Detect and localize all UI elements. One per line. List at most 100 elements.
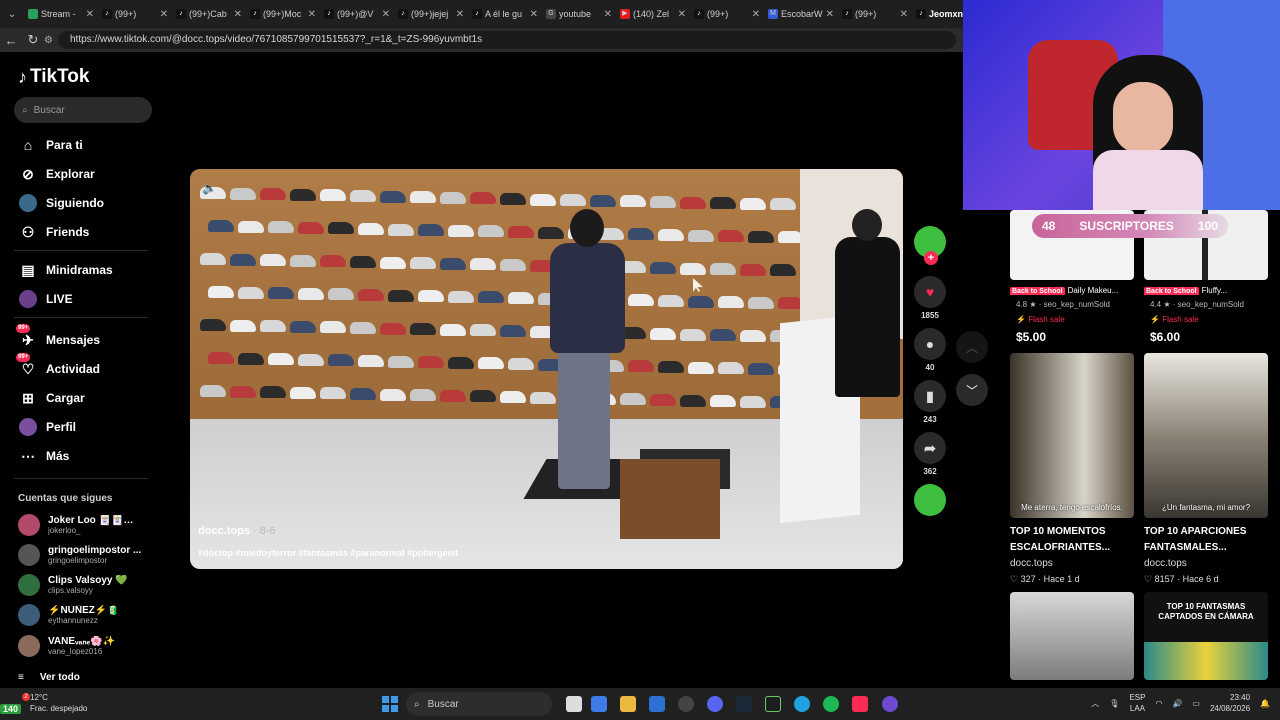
nav-item-actividad[interactable]: ♡ 99+ Actividad	[16, 353, 100, 379]
close-icon[interactable]: ✕	[456, 9, 464, 20]
nav-item-live[interactable]: LIVE	[18, 289, 73, 309]
save-button[interactable]: ▮ 243	[912, 380, 948, 424]
plus-icon[interactable]: +	[924, 251, 938, 265]
nav-item-explorar[interactable]: ⊘ Explorar	[18, 164, 95, 184]
task-view-icon[interactable]	[566, 696, 582, 712]
clock[interactable]: 23:40 24/08/2026	[1210, 692, 1250, 714]
url-field[interactable]: https://www.tiktok.com/@docc.tops/video/…	[58, 31, 956, 49]
nav-item-cargar[interactable]: ⊞ Cargar	[18, 388, 85, 408]
edge-browser-icon[interactable]	[794, 696, 810, 712]
shoe-display	[238, 352, 264, 365]
spotify-icon[interactable]	[823, 696, 839, 712]
shoe-display	[470, 192, 496, 205]
obs-icon[interactable]	[678, 696, 694, 712]
tiktok-icon: ♪	[694, 9, 704, 19]
music-disc-icon	[914, 484, 946, 516]
see-all-button[interactable]: ≡ Ver todo	[18, 672, 80, 683]
close-icon[interactable]: ✕	[752, 9, 760, 20]
close-icon[interactable]: ✕	[308, 9, 316, 20]
shoe-display	[290, 386, 316, 399]
store-app-icon[interactable]	[591, 696, 607, 712]
browser-tab[interactable]: ♪ (99+)Cab ✕	[172, 0, 246, 28]
nav-divider	[14, 478, 148, 479]
video-caption[interactable]: #doctop #miedoyterror #fantasmas #parano…	[198, 548, 458, 558]
share-button[interactable]: ➦ 362	[912, 432, 948, 476]
file-explorer-icon[interactable]	[620, 696, 636, 712]
like-button[interactable]: ♥ 1855	[912, 276, 948, 320]
see-all-label: Ver todo	[39, 672, 80, 683]
site-info-icon[interactable]: ⚙	[44, 35, 58, 46]
browser-tab[interactable]: ▶ (140) Zel ✕	[616, 0, 690, 28]
back-arrow-icon[interactable]: ←	[0, 33, 22, 48]
ms-store-icon[interactable]	[649, 696, 665, 712]
video-author[interactable]: docc.tops · 8-6	[198, 525, 276, 537]
browser-tab[interactable]: ♪ (99+)@V ✕	[320, 0, 394, 28]
followed-account[interactable]: VANEᵥₐₙₑ🌸✨ vane_lopez016	[18, 635, 144, 657]
followed-account[interactable]: Joker Loo 🃏🃏🃏... jokerloo_	[18, 514, 144, 536]
browser-tab[interactable]: Gyoutube ✕	[542, 0, 616, 28]
close-icon[interactable]: ✕	[826, 9, 834, 20]
video-player[interactable]: 🔈 docc.tops · 8-6 #doctop #miedoyterror #…	[190, 169, 903, 569]
windows-taskbar: 12°C Frac. despejado 140 2 ⌕ Buscar ︿ 🎙 E…	[0, 688, 1280, 720]
close-icon[interactable]: ✕	[86, 9, 94, 20]
nav-divider	[14, 250, 148, 251]
browser-tab[interactable]: ♪ (99+)jejej ✕	[394, 0, 468, 28]
tiktok-logo[interactable]: ♪ TikTok	[18, 66, 89, 88]
windows-start-icon[interactable]	[382, 696, 398, 712]
close-icon[interactable]: ✕	[604, 9, 612, 20]
nav-item-siguiendo[interactable]: Siguiendo	[18, 193, 104, 213]
nav-item-para-ti[interactable]: ⌂ Para ti	[18, 135, 83, 155]
nav-item-perfil[interactable]: Perfil	[18, 417, 76, 437]
tiktok-icon: ♪	[398, 9, 408, 19]
nav-item-friends[interactable]: ⚇ Friends	[18, 222, 90, 242]
browser-tab[interactable]: ♪ (99+) ✕	[98, 0, 172, 28]
followed-account[interactable]: gringoelimpostor ... gringoelimpostor	[18, 544, 144, 566]
close-icon[interactable]: ✕	[382, 9, 390, 20]
reload-icon[interactable]: ↻	[22, 32, 44, 48]
tab-list-dropdown-icon[interactable]: ⌄	[0, 9, 24, 20]
shoe-display	[748, 230, 774, 243]
discord-icon[interactable]	[707, 696, 723, 712]
followed-account[interactable]: ⚡NÚÑEZ⚡🧃 eythannunezz	[18, 604, 144, 626]
search-input[interactable]: ⌕ Buscar	[14, 97, 152, 123]
followed-account[interactable]: Clips Valsoyy 💚 clips.valsoyy	[18, 574, 144, 596]
creator-avatar-button[interactable]: +	[912, 226, 948, 265]
volume-icon[interactable]: 🔈	[202, 181, 217, 195]
close-icon[interactable]: ✕	[678, 9, 686, 20]
browser-tab[interactable]: Stream - ✕	[24, 0, 98, 28]
microphone-icon[interactable]: 🎙	[1109, 699, 1119, 708]
notification-center-icon[interactable]: 🔔	[1260, 699, 1270, 708]
previous-video-button[interactable]: ︿	[956, 331, 988, 363]
nav-item-mas[interactable]: ⋯ Más	[18, 446, 69, 466]
tab-label: A él le gu	[485, 9, 523, 19]
browser-tab[interactable]: ♪ (99+) ✕	[838, 0, 912, 28]
tiktok-app-icon[interactable]	[852, 696, 868, 712]
chevron-up-icon[interactable]: ︿	[1091, 698, 1099, 709]
close-icon[interactable]: ✕	[160, 9, 168, 20]
video-thumbnail	[1010, 592, 1134, 680]
language-indicator[interactable]: ESP LAA	[1129, 692, 1145, 714]
author-name: docc.tops	[198, 525, 250, 537]
music-disc-button[interactable]	[912, 484, 948, 516]
taskbar-search[interactable]: ⌕ Buscar	[406, 692, 552, 716]
close-icon[interactable]: ✕	[234, 9, 242, 20]
browser-tab[interactable]: ♪ A él le gu ✕	[468, 0, 542, 28]
volume-icon[interactable]: 🔊	[1172, 699, 1182, 708]
steam-icon[interactable]	[736, 696, 752, 712]
shoe-display	[268, 353, 294, 366]
nav-item-mensajes[interactable]: ✈ 99+ Mensajes	[16, 324, 100, 350]
app-circle-icon[interactable]	[882, 696, 898, 712]
close-icon[interactable]: ✕	[530, 9, 538, 20]
nvidia-icon[interactable]	[765, 696, 781, 712]
product-name: Fluffy...	[1201, 286, 1228, 295]
close-icon[interactable]: ✕	[900, 9, 908, 20]
browser-tab[interactable]: ♪ (99+) ✕	[690, 0, 764, 28]
battery-icon[interactable]: ▭	[1192, 699, 1200, 708]
nav-item-minidramas[interactable]: ▤ Minidramas	[18, 260, 112, 280]
comment-button[interactable]: ● 40	[912, 328, 948, 372]
browser-tab[interactable]: ♪ (99+)Moc ✕	[246, 0, 320, 28]
next-video-button[interactable]: ﹀	[956, 374, 988, 406]
shoe-display	[710, 263, 736, 276]
browser-tab[interactable]: M EscobarW ✕	[764, 0, 838, 28]
wifi-icon[interactable]: ◠	[1155, 699, 1162, 708]
